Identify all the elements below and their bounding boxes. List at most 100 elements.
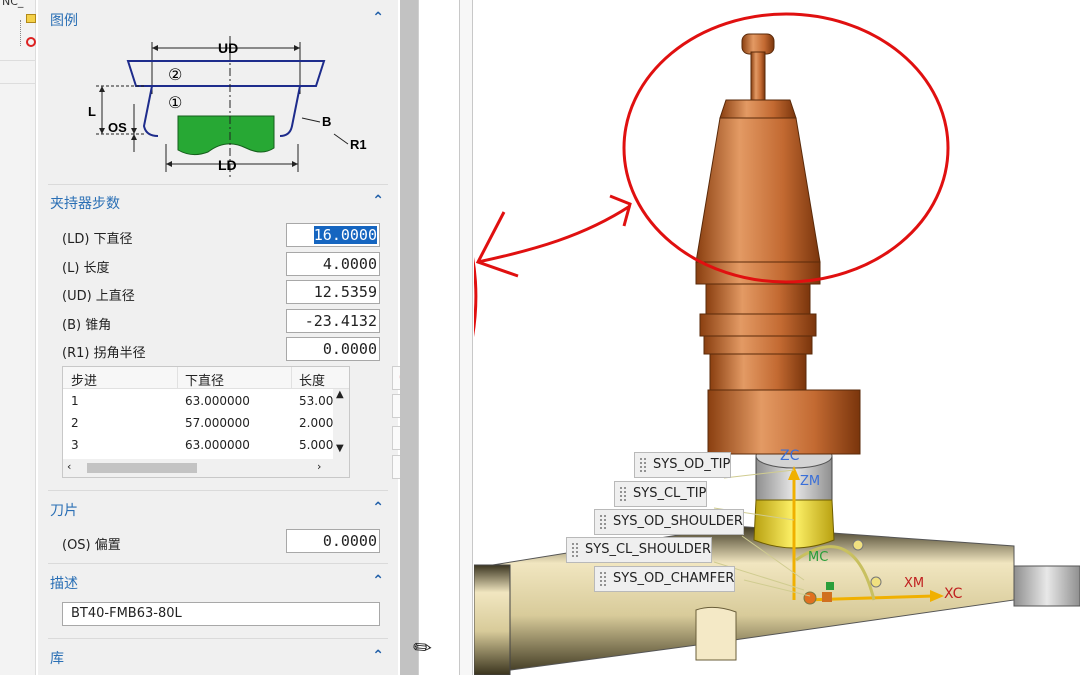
os-input[interactable]: 0.0000 (286, 529, 380, 553)
drag-grip-icon[interactable] (571, 542, 579, 558)
xm-axis-label: XM (904, 576, 925, 591)
tool-holder-dialog: 图例 ⌃ UD ② ① L OS B R1 LD 夹持器步数 ⌃ (LD) 下直… (38, 0, 418, 675)
library-header-label: 库 (50, 651, 64, 667)
sys-cl-shoulder-tag[interactable]: SYS_CL_SHOULDER (566, 537, 713, 563)
folder-icon[interactable] (26, 14, 36, 23)
sys-cl-tip-label: SYS_CL_TIP (633, 486, 707, 501)
scroll-down-icon[interactable]: ▼ (336, 443, 344, 454)
table-vertical-scrollbar[interactable]: ▲ ▼ (333, 389, 349, 459)
r1-param-label: (R1) 拐角半径 (62, 346, 146, 361)
insert-section-header[interactable]: 刀片 ⌃ (50, 500, 390, 522)
divider (0, 60, 36, 61)
cell-lower-diameter: 63.000000 (185, 438, 250, 452)
legend-svg: UD ② ① L OS B R1 LD (88, 36, 367, 178)
column-header-step[interactable]: 步进 (71, 370, 97, 389)
cell-length: 2.000 (299, 416, 334, 430)
drag-grip-icon[interactable] (599, 571, 607, 587)
b-label: B (322, 114, 331, 129)
drag-grip-icon[interactable] (639, 457, 647, 473)
sys-cl-shoulder-label: SYS_CL_SHOULDER (585, 542, 712, 557)
cell-length: 5.000 (299, 438, 334, 452)
cell-step: 3 (71, 438, 79, 452)
ld-input[interactable]: 16.0000 (286, 223, 380, 247)
cell-lower-diameter: 57.000000 (185, 416, 250, 430)
os-param-label: (OS) 偏置 (62, 538, 121, 553)
library-section-header[interactable]: 库 ⌃ (50, 648, 390, 670)
scroll-up-icon[interactable]: ▲ (336, 389, 344, 400)
sys-od-chamfer-label: SYS_OD_CHAMFER (613, 571, 735, 586)
os-label: OS (108, 120, 127, 135)
drag-grip-icon[interactable] (599, 514, 607, 530)
insert-header-label: 刀片 (50, 503, 78, 519)
zm-axis-label: ZM (800, 474, 821, 489)
table-row[interactable]: 2 57.000000 2.000 (63, 413, 333, 435)
sys-od-tip-label: SYS_OD_TIP (653, 457, 731, 472)
xc-axis-label: XC (944, 586, 963, 602)
holder-3d-model (227, 12, 1080, 675)
r1-input[interactable]: 0.0000 (286, 337, 380, 361)
sys-cl-tip-tag[interactable]: SYS_CL_TIP (614, 481, 708, 507)
scroll-left-icon[interactable]: ‹ (67, 460, 71, 473)
r1-label: R1 (350, 137, 367, 152)
column-header-length[interactable]: 长度 (299, 370, 325, 389)
sys-od-shoulder-label: SYS_OD_SHOULDER (613, 514, 743, 529)
l-input[interactable]: 4.0000 (286, 252, 380, 276)
mc-axis-label: MC (808, 550, 829, 565)
divider (0, 83, 36, 84)
holder-steps-header-label: 夹持器步数 (50, 196, 120, 212)
part-navigator-strip: NC_ (0, 0, 36, 675)
navigator-title: NC_ (2, 0, 24, 8)
section-divider (48, 490, 388, 491)
column-divider (291, 367, 292, 389)
cell-step: 2 (71, 416, 79, 430)
cell-lower-diameter: 63.000000 (185, 394, 250, 408)
collapse-chevron-icon[interactable]: ⌃ (372, 573, 384, 589)
resource-bar (459, 0, 473, 675)
cell-length: 53.00 (299, 394, 334, 408)
steps-table: 步进 下直径 长度 1 63.000000 53.00 2 57.000000 … (62, 366, 350, 478)
part-2-label: ② (168, 65, 182, 84)
table-horizontal-scrollbar[interactable]: ‹ › (63, 459, 349, 477)
description-section-header[interactable]: 描述 ⌃ (50, 573, 390, 595)
description-input[interactable]: BT40-FMB63-80L (62, 602, 380, 626)
table-header: 步进 下直径 长度 (63, 367, 349, 389)
column-divider (177, 367, 178, 389)
scroll-right-icon[interactable]: › (317, 460, 321, 473)
holder-steps-section-header[interactable]: 夹持器步数 ⌃ (50, 193, 390, 215)
collapse-chevron-icon[interactable]: ⌃ (372, 193, 384, 209)
description-header-label: 描述 (50, 576, 78, 592)
ud-label: UD (218, 40, 238, 56)
section-divider (48, 638, 388, 639)
sys-od-chamfer-tag[interactable]: SYS_OD_CHAMFER (594, 566, 736, 592)
ld-label: LD (218, 157, 237, 173)
drag-grip-icon[interactable] (619, 486, 627, 502)
ld-value: 16.0000 (313, 226, 377, 244)
section-divider (48, 563, 388, 564)
collapse-chevron-icon[interactable]: ⌃ (372, 500, 384, 516)
scroll-thumb[interactable] (87, 463, 197, 473)
column-header-lower-diameter[interactable]: 下直径 (185, 370, 224, 389)
legend-section-header[interactable]: 图例 ⌃ (50, 10, 390, 32)
legend-header-label: 图例 (50, 13, 78, 29)
ud-input[interactable]: 12.5359 (286, 280, 380, 304)
dialog-scrollbar[interactable] (400, 0, 418, 675)
b-input[interactable]: -23.4132 (286, 309, 380, 333)
section-divider (48, 184, 388, 185)
collapse-chevron-icon[interactable]: ⌃ (372, 10, 384, 26)
table-row[interactable]: 1 63.000000 53.00 (63, 391, 333, 413)
ld-param-label: (LD) 下直径 (62, 232, 133, 247)
collapse-chevron-icon[interactable]: ⌃ (372, 648, 384, 664)
table-row[interactable]: 3 63.000000 5.000 (63, 435, 333, 457)
sys-od-shoulder-tag[interactable]: SYS_OD_SHOULDER (594, 509, 744, 535)
b-param-label: (B) 锥角 (62, 318, 112, 333)
zc-axis-label: ZC (780, 448, 800, 464)
error-icon[interactable] (26, 37, 36, 47)
resource-bar-gap (418, 0, 474, 675)
l-label: L (88, 104, 96, 119)
graphics-viewport[interactable]: SYS_OD_TIP SYS_CL_TIP SYS_OD_SHOULDER SY… (227, 0, 1080, 675)
l-param-label: (L) 长度 (62, 261, 110, 276)
part-1-label: ① (168, 93, 182, 112)
sys-od-tip-tag[interactable]: SYS_OD_TIP (634, 452, 732, 478)
holder-legend-diagram: UD ② ① L OS B R1 LD (86, 34, 386, 180)
ud-param-label: (UD) 上直径 (62, 289, 135, 304)
